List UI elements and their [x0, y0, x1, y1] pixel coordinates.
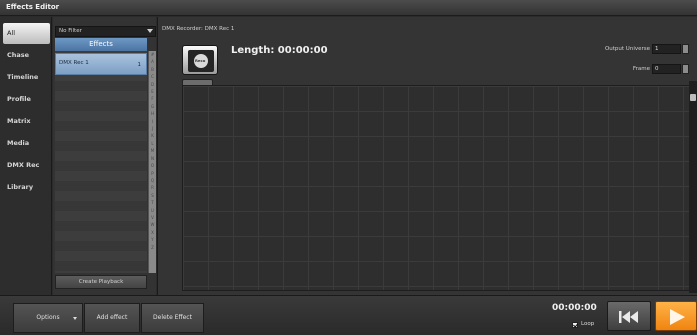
recording-grid[interactable]	[182, 85, 690, 291]
alphabet-index-letter[interactable]: H	[149, 110, 156, 117]
alphabet-index-letter[interactable]: A	[149, 58, 156, 65]
alphabet-index-letter[interactable]: Z	[149, 244, 156, 251]
alphabet-index-letter[interactable]: J	[149, 125, 156, 132]
category-tab-timeline[interactable]: Timeline	[3, 67, 50, 88]
output-universe-spinner[interactable]	[682, 44, 689, 54]
alphabet-index-letter[interactable]: M	[149, 147, 156, 154]
filter-value: No Filter	[59, 28, 82, 34]
chevron-down-icon	[73, 317, 77, 320]
alphabet-index-letter[interactable]: X	[149, 229, 156, 236]
frame-spinner[interactable]	[682, 64, 689, 74]
alphabet-index-letter[interactable]: P	[149, 170, 156, 177]
effect-name: DMX Rec 1	[59, 60, 89, 66]
alphabet-index-letter[interactable]: F	[149, 95, 156, 102]
loop-checkbox[interactable]	[572, 322, 578, 328]
alphabet-index-letter[interactable]: O	[149, 162, 156, 169]
frame-label: Frame	[632, 66, 650, 72]
effects-list-panel: No Filter Effects DMX Rec 1 1 # A B C D E F G H I…	[53, 17, 156, 295]
category-tab-matrix[interactable]: Matrix	[3, 111, 50, 132]
alphabet-index-letter[interactable]: G	[149, 103, 156, 110]
delete-effect-button[interactable]: Delete Effect	[141, 303, 204, 333]
record-button-label: Reco	[195, 58, 206, 63]
alphabet-index-letter[interactable]: I	[149, 118, 156, 125]
record-icon: Reco	[194, 54, 208, 68]
dmx-recorder-panel: DMX Recorder: DMX Rec 1 Reco Length: 00:…	[157, 17, 697, 295]
options-button[interactable]: Options	[13, 303, 83, 333]
list-item[interactable]: DMX Rec 1 1	[55, 53, 147, 75]
output-universe-label: Output Universe	[604, 46, 650, 52]
chevron-down-icon	[147, 29, 153, 33]
length-display: Length: 00:00:00	[231, 45, 328, 56]
alphabet-index-letter[interactable]: #	[149, 51, 156, 58]
alphabet-index-letter[interactable]: W	[149, 221, 156, 228]
effect-number: 1	[137, 62, 142, 68]
alphabet-index-letter[interactable]: Y	[149, 236, 156, 243]
window-title: Effects Editor	[6, 3, 60, 11]
category-tab-library[interactable]: Library	[3, 177, 50, 198]
alphabet-index-letter[interactable]: E	[149, 88, 156, 95]
record-button[interactable]: Reco	[182, 45, 218, 75]
category-tab-chase[interactable]: Chase	[3, 45, 50, 66]
rewind-icon	[619, 311, 638, 323]
alphabet-index-bar[interactable]: # A B C D E F G H I J K L M N O P Q R S T U V W X Y Z	[148, 51, 156, 273]
category-tab-media[interactable]: Media	[3, 133, 50, 154]
frame-field[interactable]: 0	[652, 64, 681, 74]
add-effect-button[interactable]: Add effect	[84, 303, 140, 333]
scrollbar-thumb[interactable]	[690, 94, 696, 101]
filter-dropdown[interactable]: No Filter	[55, 26, 156, 37]
rewind-button[interactable]	[607, 301, 651, 331]
loop-label: Loop	[581, 321, 595, 327]
alphabet-index-letter[interactable]: B	[149, 66, 156, 73]
create-playback-button[interactable]: Create Playback	[55, 275, 147, 289]
bottom-toolbar: Options Add effect Delete Effect 00:00:0…	[0, 295, 697, 335]
play-button[interactable]	[655, 301, 697, 331]
alphabet-index-letter[interactable]: Q	[149, 177, 156, 184]
record-button-face: Reco	[188, 50, 214, 72]
title-bar: Effects Editor	[0, 0, 697, 16]
category-tab-all[interactable]: All	[3, 23, 50, 44]
options-label: Options	[36, 314, 60, 321]
output-universe-field[interactable]: 1	[652, 44, 681, 54]
effects-list-header[interactable]: Effects	[55, 38, 147, 51]
time-display: 00:00:00	[552, 303, 597, 313]
category-tab-dmx-rec[interactable]: DMX Rec	[3, 155, 50, 176]
alphabet-index-letter[interactable]: L	[149, 140, 156, 147]
alphabet-index-letter[interactable]: K	[149, 132, 156, 139]
alphabet-index-letter[interactable]: R	[149, 184, 156, 191]
category-sidebar: All Chase Timeline Profile Matrix Media …	[0, 17, 52, 295]
alphabet-index-letter[interactable]: T	[149, 199, 156, 206]
alphabet-index-letter[interactable]: S	[149, 192, 156, 199]
play-icon	[670, 309, 685, 325]
alphabet-index-letter[interactable]: D	[149, 81, 156, 88]
recorder-title: DMX Recorder: DMX Rec 1	[162, 26, 235, 32]
alphabet-index-letter[interactable]: V	[149, 214, 156, 221]
alphabet-index-letter[interactable]: U	[149, 207, 156, 214]
alphabet-index-letter[interactable]: C	[149, 73, 156, 80]
category-tab-profile[interactable]: Profile	[3, 89, 50, 110]
vertical-scrollbar[interactable]	[689, 81, 697, 293]
effects-list[interactable]	[55, 51, 147, 273]
alphabet-index-letter[interactable]: N	[149, 155, 156, 162]
